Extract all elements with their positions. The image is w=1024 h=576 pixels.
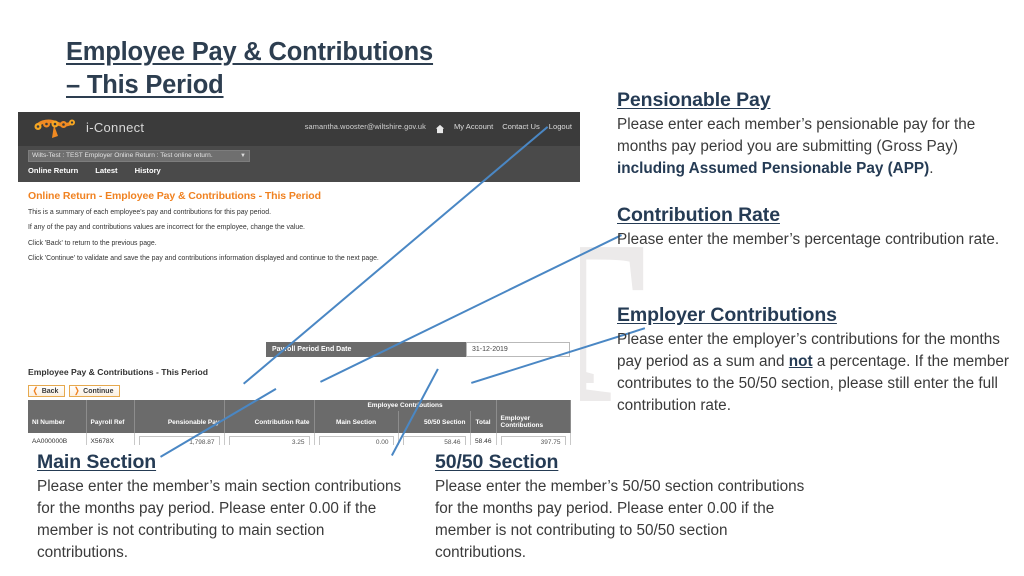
cell-payroll-ref: X5678X	[86, 433, 135, 445]
app-sub-bar: Wilts-Test : TEST Employer Online Return…	[18, 146, 580, 182]
col-payroll-ref: Payroll Ref	[86, 411, 135, 433]
annotation-body-emphasis: not	[788, 353, 813, 371]
cell-ni-number: AA000000B	[28, 433, 87, 445]
intro-line-4: Click 'Continue' to validate and save th…	[28, 254, 379, 262]
employee-pay-contributions-table: Employee Contributions NI Number Payroll…	[28, 400, 571, 445]
table-row: AA000000B X5678X 1,798.87 3.25 0.00 58.4…	[28, 433, 571, 445]
app-header-bar: i-Connect samantha.wooster@wiltshire.gov…	[18, 112, 580, 146]
slide-title-line-1: Employee Pay & Contributions	[66, 38, 434, 66]
continue-button-label: Continue	[83, 387, 114, 395]
payroll-period-end-date-row: Payroll Period End Date 31-12-2019	[266, 342, 570, 357]
annotation-heading: Main Section	[37, 451, 157, 473]
back-button-top[interactable]: ❬ Back	[28, 385, 66, 397]
annotation-body: Please enter the member’s main section c…	[37, 478, 402, 561]
annotation-body-part-1: Please enter each member’s pensionable p…	[617, 116, 976, 156]
contribution-rate-input[interactable]: 3.25	[228, 435, 310, 445]
intro-line-1: This is a summary of each employee's pay…	[28, 209, 271, 216]
cell-main-section: 0.00	[314, 433, 399, 445]
col-contribution-rate: Contribution Rate	[224, 411, 315, 433]
continue-button-top[interactable]: ❭ Continue	[69, 385, 121, 397]
slide-title: Employee Pay & Contributions – This Peri…	[66, 36, 486, 101]
annotation-heading: Employer Contributions	[617, 304, 837, 326]
group-blank-5	[496, 400, 571, 411]
annotation-contribution-rate: Contribution Rate Please enter the membe…	[617, 203, 1009, 251]
annotation-heading: Pensionable Pay	[617, 89, 771, 111]
annotation-heading: 50/50 Section	[435, 451, 559, 473]
logout-link[interactable]: Logout	[549, 122, 572, 131]
annotation-pensionable-pay: Pensionable Pay Please enter each member…	[617, 88, 1009, 180]
annotation-main-section: Main Section Please enter the member’s m…	[37, 450, 419, 563]
employer-contributions-input[interactable]: 397.75	[500, 435, 566, 445]
group-header-employee-contributions: Employee Contributions	[314, 400, 497, 411]
chevron-left-icon: ❬	[32, 386, 39, 395]
slide-canvas: C A T Employee Pay & Contributions – Thi…	[0, 0, 1024, 576]
main-section-input[interactable]: 0.00	[318, 435, 394, 445]
subnav-item-history[interactable]: History	[135, 166, 161, 175]
cell-employer-contributions: 397.75	[496, 433, 571, 445]
iconnect-logo-icon	[34, 119, 75, 138]
table-column-header-row: NI Number Payroll Ref Pensionable Pay Co…	[28, 411, 571, 433]
cell-pensionable-pay: 1,798.87	[134, 433, 225, 445]
annotation-employer-contributions: Employer Contributions Please enter the …	[617, 303, 1009, 416]
cell-contribution-rate: 3.25	[224, 433, 315, 445]
chevron-down-icon: ▼	[240, 153, 246, 159]
group-blank-1	[28, 400, 87, 411]
annotation-heading: Contribution Rate	[617, 204, 780, 226]
group-blank-2	[86, 400, 135, 411]
annotation-body: Please enter each member’s pensionable p…	[617, 114, 1009, 179]
cell-total: 58.46	[470, 433, 497, 445]
subnav-item-online-return[interactable]: Online Return	[28, 166, 78, 175]
col-total: Total	[470, 411, 497, 433]
cell-fifty-fifty-section: 58.46	[398, 433, 471, 445]
section-title: Employee Pay & Contributions - This Peri…	[28, 367, 209, 377]
sub-navigation: Online Return Latest History	[28, 166, 161, 175]
annotation-body-part-2: .	[929, 159, 934, 177]
iconnect-app-screenshot: i-Connect samantha.wooster@wiltshire.gov…	[18, 112, 580, 445]
annotation-body-bold: including Assumed Pensionable Pay (APP)	[617, 159, 930, 177]
table-group-header-row: Employee Contributions	[28, 400, 571, 411]
col-ni-number: NI Number	[28, 411, 87, 433]
annotation-body: Please enter the employer’s contribution…	[617, 329, 1009, 416]
col-main-section: Main Section	[314, 411, 399, 433]
annotation-body: Please enter the member’s 50/50 section …	[435, 478, 805, 561]
col-pensionable-pay: Pensionable Pay	[134, 411, 225, 433]
col-employer-contributions: Employer Contributions	[496, 411, 571, 433]
group-blank-3	[134, 400, 225, 411]
intro-line-2: If any of the pay and contributions valu…	[28, 224, 305, 232]
online-return-select[interactable]: Wilts-Test : TEST Employer Online Return…	[28, 150, 250, 162]
annotation-fifty-fifty-section: 50/50 Section Please enter the member’s …	[435, 450, 807, 563]
online-return-select-value: Wilts-Test : TEST Employer Online Return…	[32, 152, 213, 159]
brand-name: i-Connect	[86, 120, 145, 135]
user-email: samantha.wooster@wiltshire.gov.uk	[304, 121, 426, 131]
back-button-label: Back	[41, 387, 59, 395]
home-icon[interactable]	[435, 121, 445, 134]
intro-line-3: Click 'Back' to return to the previous p…	[28, 239, 157, 247]
contact-us-link[interactable]: Contact Us	[502, 122, 540, 131]
slide-title-line-2: – This Period	[66, 70, 224, 99]
fifty-fifty-section-input[interactable]: 58.46	[402, 435, 466, 445]
my-account-link[interactable]: My Account	[454, 122, 493, 131]
button-bar-top: ❬ Back ❭ Continue	[28, 385, 121, 397]
annotation-body: Please enter the member’s percentage con…	[617, 231, 1000, 249]
chevron-right-icon: ❭	[73, 386, 81, 395]
app-content-area: Online Return - Employee Pay & Contribut…	[18, 182, 580, 445]
header-right-group: samantha.wooster@wiltshire.gov.uk My Acc…	[304, 121, 572, 134]
payroll-period-end-date-label: Payroll Period End Date	[266, 342, 466, 357]
subnav-item-latest[interactable]: Latest	[95, 166, 117, 175]
page-heading: Online Return - Employee Pay & Contribut…	[28, 190, 321, 202]
